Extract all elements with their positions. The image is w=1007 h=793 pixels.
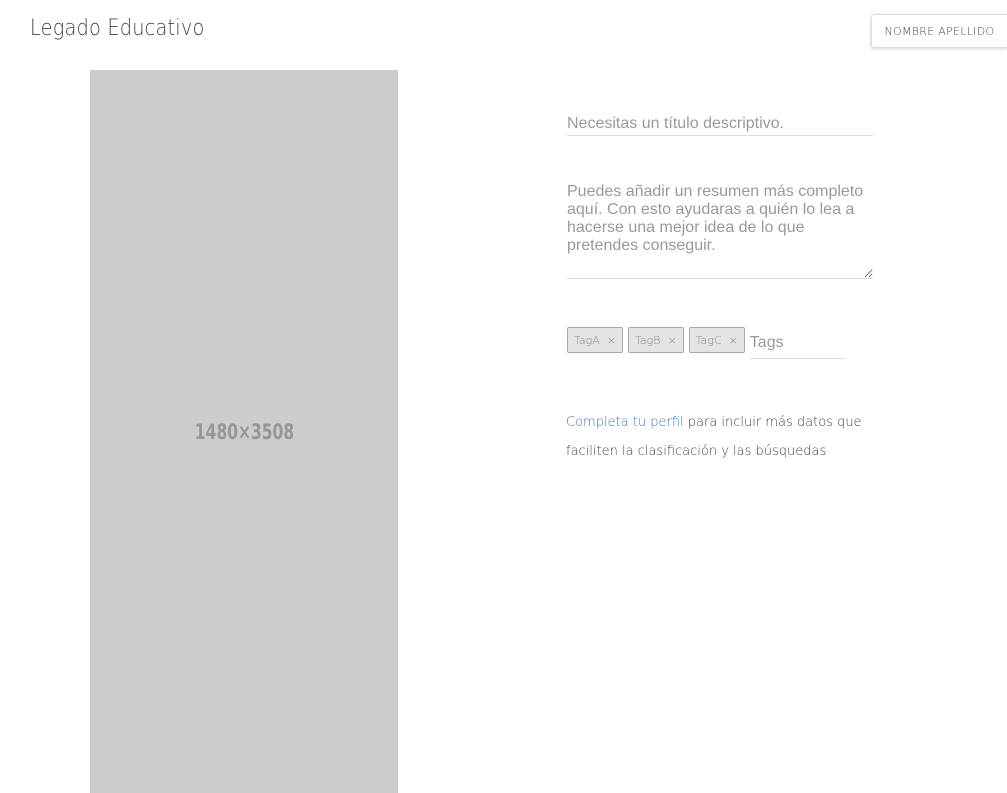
remove-tag-icon[interactable]: × [729, 334, 738, 347]
document-preview: 1480×3508 [90, 70, 398, 793]
summary-textarea[interactable] [567, 183, 873, 279]
tag-chip: TagC × [688, 327, 745, 353]
brand-logo[interactable]: Legado Educativo [30, 16, 205, 41]
tags-field: TagA × TagB × TagC × [567, 327, 846, 359]
tag-label: TagC [695, 333, 722, 347]
complete-profile-link[interactable]: Completa tu perfil [566, 415, 684, 430]
tag-chip: TagA × [567, 327, 623, 353]
tag-label: TagB [634, 333, 661, 347]
user-menu-button[interactable]: Nombre Apellido [871, 14, 1007, 48]
title-input[interactable] [567, 112, 873, 136]
tag-chip: TagB × [627, 327, 684, 353]
profile-hint: Completa tu perfil para incluir más dato… [566, 408, 876, 466]
remove-tag-icon[interactable]: × [607, 334, 616, 347]
remove-tag-icon[interactable]: × [667, 334, 676, 347]
tags-input[interactable] [749, 327, 846, 359]
tag-label: TagA [574, 333, 600, 347]
preview-dimensions: 1480×3508 [194, 419, 294, 444]
